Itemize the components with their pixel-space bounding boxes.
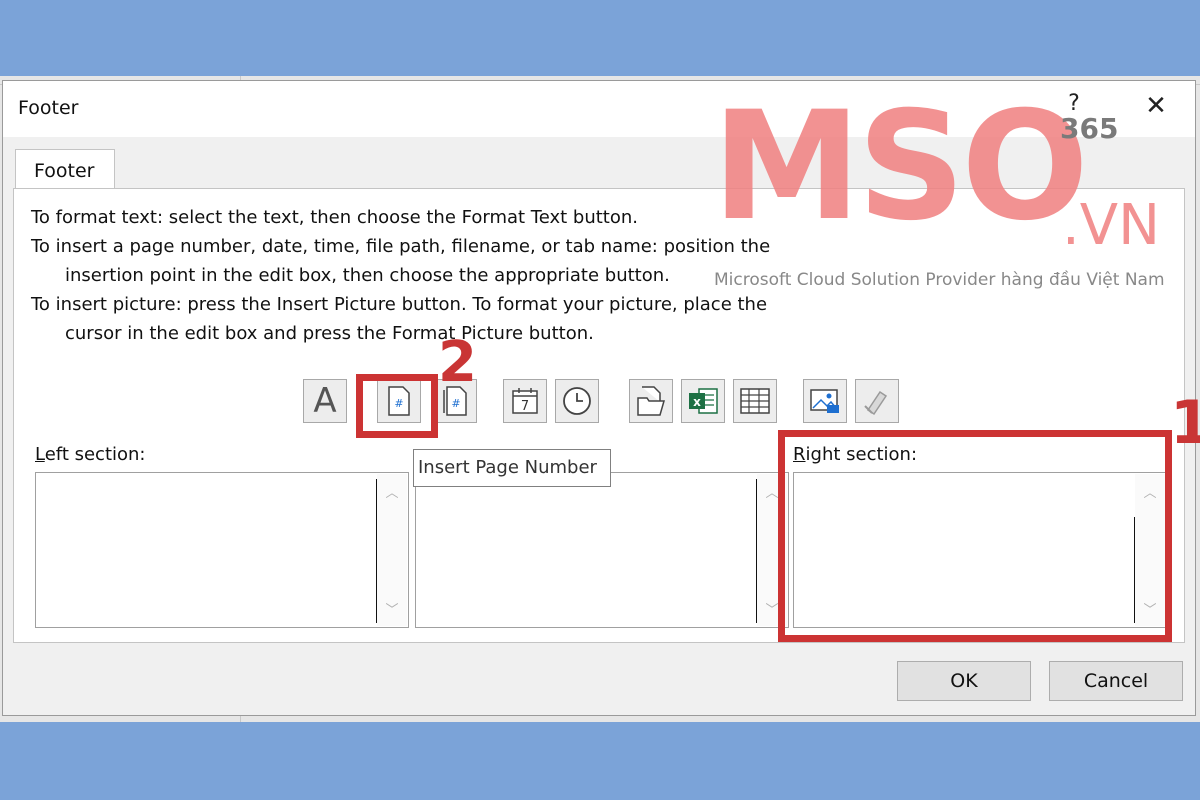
chevron-up-icon[interactable]: ︿ <box>377 482 407 501</box>
insert-sheet-name-button[interactable] <box>733 379 777 423</box>
tab-footer[interactable]: Footer <box>15 149 115 191</box>
step-2-number: 2 <box>438 330 477 395</box>
insert-time-button[interactable] <box>555 379 599 423</box>
mso-logo-365: 365 <box>1060 112 1119 145</box>
insert-picture-button[interactable] <box>803 379 847 423</box>
number-of-pages-glyph: # <box>451 397 460 410</box>
date-icon: 7 <box>512 388 538 414</box>
format-picture-icon <box>864 390 888 416</box>
left-section-access-key: L <box>35 444 45 465</box>
mso-tagline: Microsoft Cloud Solution Provider hàng đ… <box>714 270 1165 290</box>
file-path-icon <box>637 386 665 416</box>
step-1-highlight <box>778 430 1172 642</box>
chevron-down-icon[interactable]: ﹀ <box>377 599 407 618</box>
bottom-background <box>0 722 1200 800</box>
insert-filename-button[interactable]: x <box>681 379 725 423</box>
format-text-icon: A <box>313 381 337 421</box>
step-2-highlight <box>356 374 438 438</box>
left-section-label-text: eft section: <box>44 444 146 465</box>
insert-page-number-tooltip: Insert Page Number <box>413 449 611 487</box>
insert-date-button[interactable]: 7 <box>503 379 547 423</box>
center-section-editbox[interactable]: ︿ ﹀ <box>415 472 789 628</box>
left-section-editbox[interactable]: ︿ ﹀ <box>35 472 409 628</box>
dialog-title: Footer <box>18 97 79 119</box>
format-picture-button[interactable] <box>855 379 899 423</box>
insert-picture-icon <box>810 389 839 413</box>
step-1-number: 1 <box>1170 388 1200 458</box>
instruction-line: To insert picture: press the Insert Pict… <box>31 294 768 315</box>
top-background <box>0 0 1200 76</box>
ok-button[interactable]: OK <box>897 661 1031 701</box>
left-section-label: Left section: <box>35 444 146 465</box>
filename-icon: x <box>689 388 718 414</box>
left-section-scrollbar[interactable]: ︿ ﹀ <box>377 474 407 626</box>
sheet-name-icon <box>740 388 770 414</box>
cancel-button[interactable]: Cancel <box>1049 661 1183 701</box>
mso-logo: MSO <box>712 80 1089 254</box>
filename-glyph: x <box>693 395 701 409</box>
mso-logo-domain: .VN <box>1062 193 1160 258</box>
time-icon <box>563 387 591 415</box>
close-button[interactable]: ✕ <box>1141 91 1171 121</box>
instruction-line: insertion point in the edit box, then ch… <box>65 265 670 286</box>
format-text-button[interactable]: A <box>303 379 347 423</box>
instruction-line: To format text: select the text, then ch… <box>31 207 638 228</box>
insert-file-path-button[interactable] <box>629 379 673 423</box>
instruction-line: To insert a page number, date, time, fil… <box>31 236 771 257</box>
instruction-line: cursor in the edit box and press the For… <box>65 323 594 344</box>
date-glyph: 7 <box>521 399 529 414</box>
